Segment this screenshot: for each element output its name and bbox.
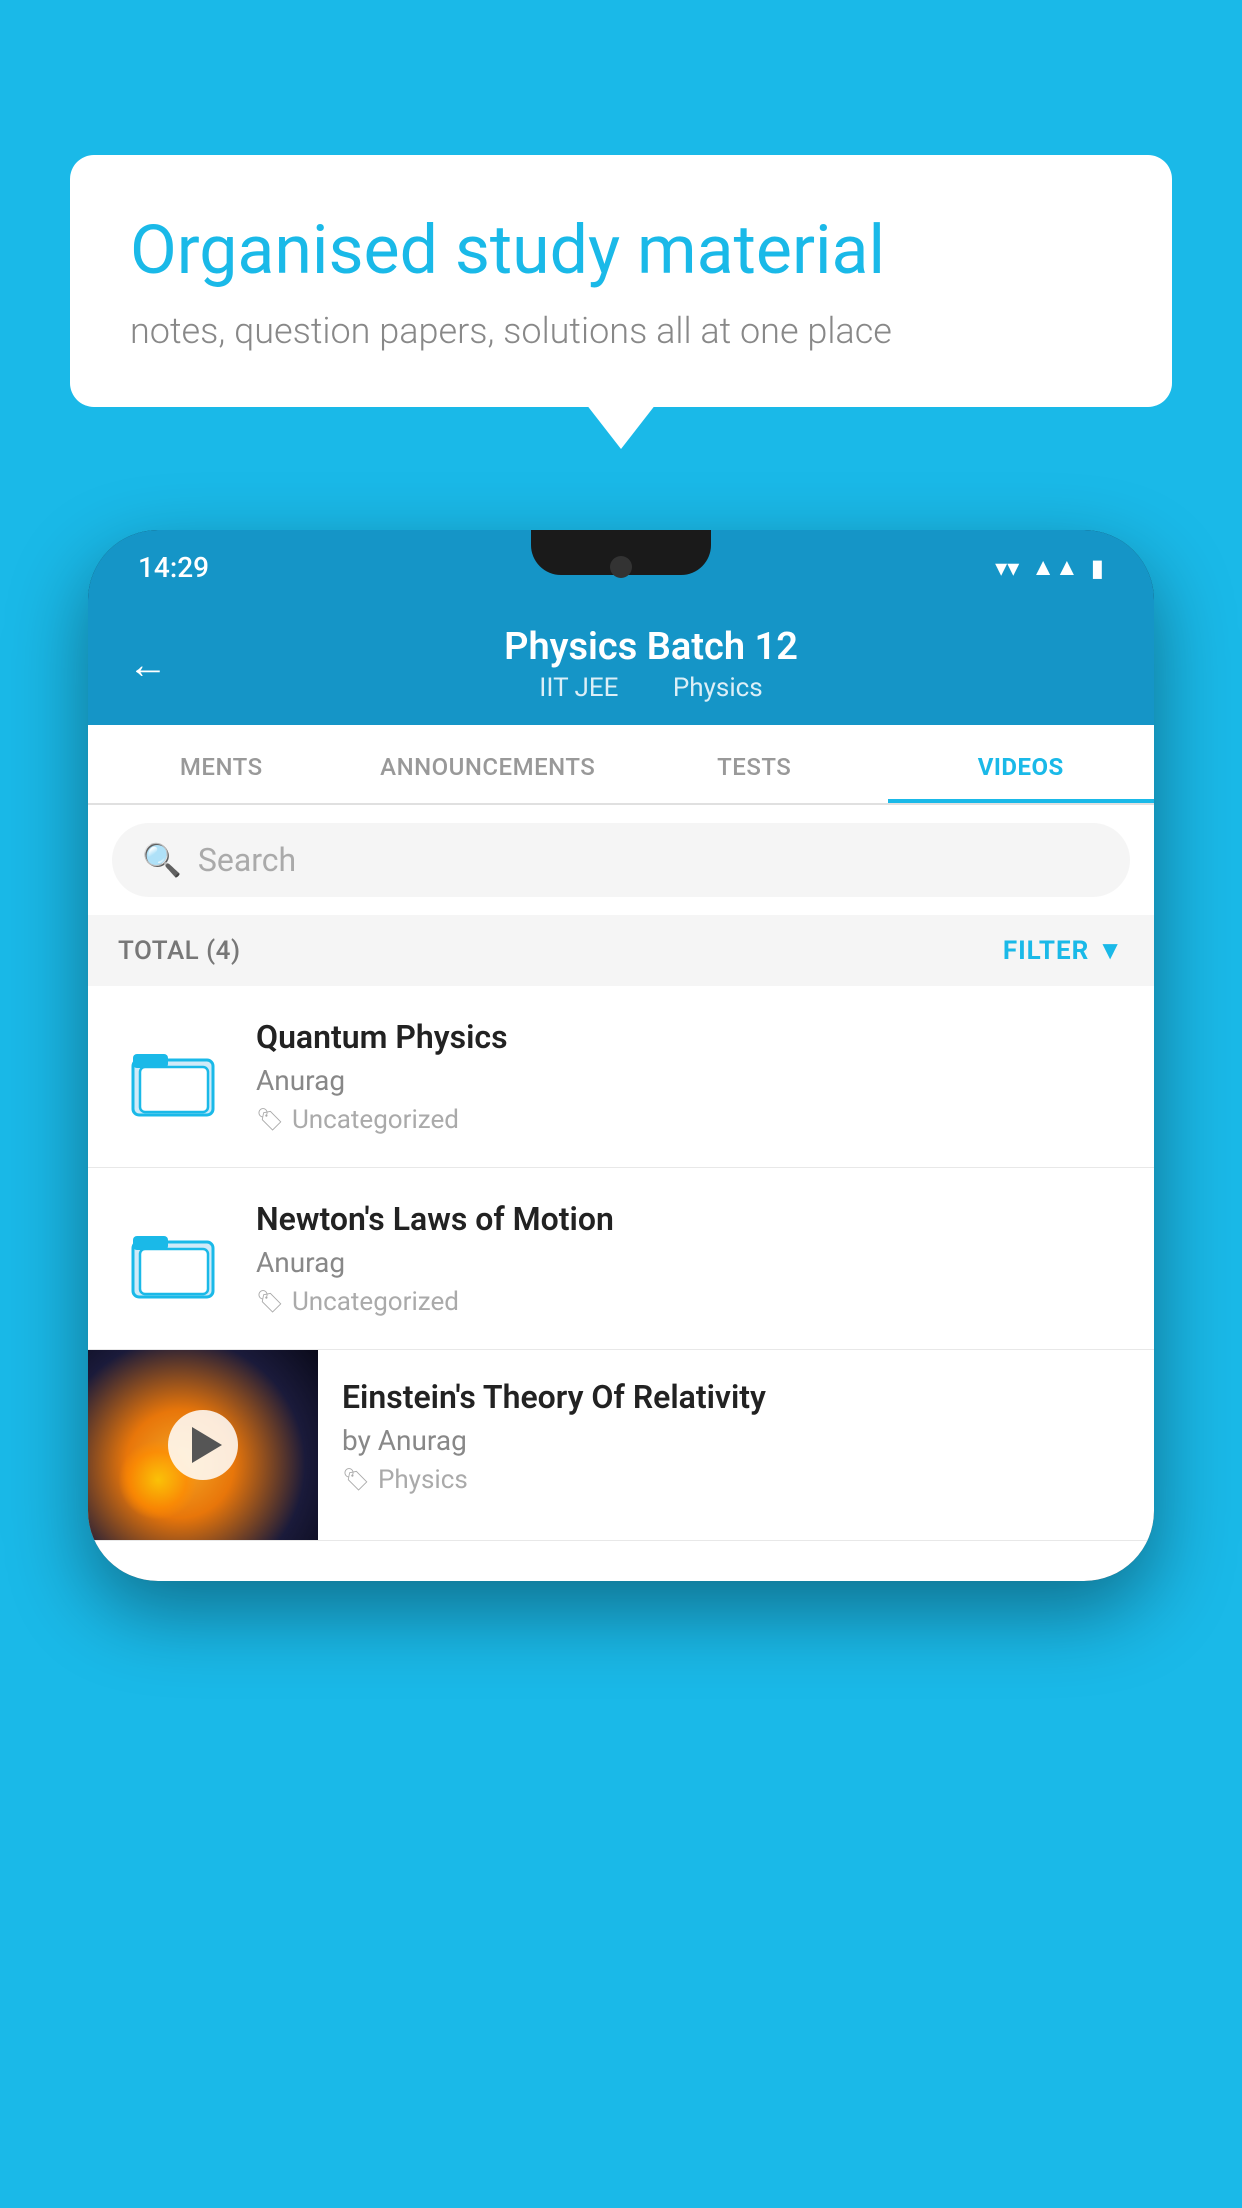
signal-icon: ▲▲ bbox=[1031, 553, 1079, 582]
video-tag: 🏷 Physics bbox=[342, 1465, 1130, 1495]
battery-icon: ▮ bbox=[1091, 554, 1104, 582]
tag-label: Uncategorized bbox=[292, 1287, 459, 1317]
video-title: Newton's Laws of Motion bbox=[256, 1200, 1124, 1238]
video-author: Anurag bbox=[256, 1246, 1124, 1279]
video-title: Quantum Physics bbox=[256, 1018, 1124, 1056]
wifi-icon: ▾▾ bbox=[995, 554, 1019, 582]
video-thumbnail-einstein bbox=[88, 1350, 318, 1540]
search-bar[interactable]: 🔍 Search bbox=[112, 823, 1130, 897]
filter-icon: ▼ bbox=[1097, 935, 1124, 966]
app-header: ← Physics Batch 12 IIT JEE Physics bbox=[88, 605, 1154, 725]
tab-ments[interactable]: MENTS bbox=[88, 725, 355, 803]
camera-dot bbox=[610, 556, 632, 578]
speech-bubble-heading: Organised study material bbox=[130, 210, 1112, 292]
folder-icon bbox=[128, 1214, 218, 1304]
header-subtitle-part2: Physics bbox=[673, 673, 763, 703]
video-title: Einstein's Theory Of Relativity bbox=[342, 1378, 1130, 1416]
tag-icon: 🏷 bbox=[256, 1290, 284, 1315]
tab-announcements[interactable]: ANNOUNCEMENTS bbox=[355, 725, 622, 803]
tag-icon: 🏷 bbox=[342, 1468, 370, 1493]
header-title-section: Physics Batch 12 IIT JEE Physics bbox=[188, 625, 1114, 703]
play-button[interactable] bbox=[168, 1410, 238, 1480]
total-count-label: TOTAL (4) bbox=[118, 936, 241, 966]
folder-icon bbox=[128, 1032, 218, 1122]
header-title: Physics Batch 12 bbox=[188, 625, 1114, 669]
video-list: Quantum Physics Anurag 🏷 Uncategorized bbox=[88, 986, 1154, 1541]
status-icons: ▾▾ ▲▲ ▮ bbox=[995, 553, 1104, 582]
video-author: by Anurag bbox=[342, 1424, 1130, 1457]
tag-icon: 🏷 bbox=[256, 1108, 284, 1133]
video-thumb-quantum bbox=[118, 1022, 228, 1132]
speech-bubble-container: Organised study material notes, question… bbox=[70, 155, 1172, 407]
filter-row: TOTAL (4) FILTER ▼ bbox=[88, 915, 1154, 986]
speech-bubble: Organised study material notes, question… bbox=[70, 155, 1172, 407]
search-container: 🔍 Search bbox=[88, 805, 1154, 915]
tag-label: Physics bbox=[378, 1465, 468, 1495]
video-thumb-newton bbox=[118, 1204, 228, 1314]
tab-videos[interactable]: VIDEOS bbox=[888, 725, 1155, 803]
video-author: Anurag bbox=[256, 1064, 1124, 1097]
video-info-quantum: Quantum Physics Anurag 🏷 Uncategorized bbox=[256, 1018, 1124, 1135]
status-bar: 14:29 ▾▾ ▲▲ ▮ bbox=[88, 530, 1154, 605]
status-time: 14:29 bbox=[138, 551, 209, 584]
phone: 14:29 ▾▾ ▲▲ ▮ ← Physics Batch 12 IIT JEE… bbox=[88, 530, 1154, 1581]
phone-container: 14:29 ▾▾ ▲▲ ▮ ← Physics Batch 12 IIT JEE… bbox=[88, 530, 1154, 2208]
search-input[interactable]: Search bbox=[198, 841, 296, 879]
tabs-bar: MENTS ANNOUNCEMENTS TESTS VIDEOS bbox=[88, 725, 1154, 805]
filter-label: FILTER bbox=[1003, 936, 1089, 966]
filter-button[interactable]: FILTER ▼ bbox=[1003, 935, 1124, 966]
video-tag: 🏷 Uncategorized bbox=[256, 1287, 1124, 1317]
video-tag: 🏷 Uncategorized bbox=[256, 1105, 1124, 1135]
phone-bottom-padding bbox=[88, 1541, 1154, 1581]
video-info-newton: Newton's Laws of Motion Anurag 🏷 Uncateg… bbox=[256, 1200, 1124, 1317]
list-item[interactable]: Quantum Physics Anurag 🏷 Uncategorized bbox=[88, 986, 1154, 1168]
list-item[interactable]: Newton's Laws of Motion Anurag 🏷 Uncateg… bbox=[88, 1168, 1154, 1350]
tag-label: Uncategorized bbox=[292, 1105, 459, 1135]
tab-tests[interactable]: TESTS bbox=[621, 725, 888, 803]
back-button[interactable]: ← bbox=[128, 641, 168, 688]
search-icon: 🔍 bbox=[142, 841, 182, 879]
header-subtitle-part1: IIT JEE bbox=[539, 673, 618, 703]
list-item[interactable]: Einstein's Theory Of Relativity by Anura… bbox=[88, 1350, 1154, 1541]
video-info-einstein: Einstein's Theory Of Relativity by Anura… bbox=[318, 1350, 1154, 1523]
header-subtitle: IIT JEE Physics bbox=[188, 673, 1114, 703]
speech-bubble-subtext: notes, question papers, solutions all at… bbox=[130, 310, 1112, 352]
